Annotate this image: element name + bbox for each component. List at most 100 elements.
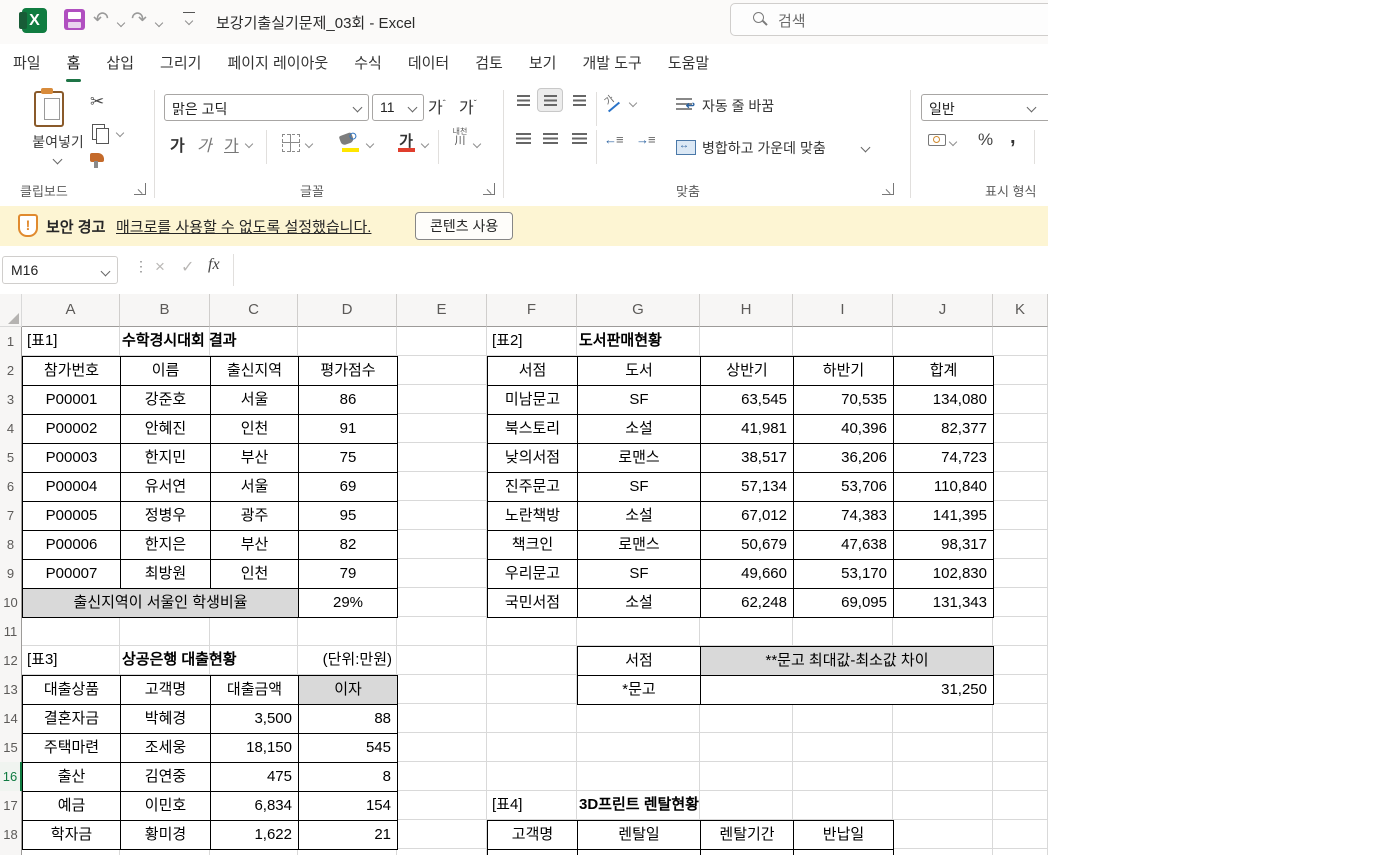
cell-A13[interactable]: 대출상품 — [22, 675, 121, 705]
cell-A8[interactable]: P00006 — [22, 530, 121, 560]
cell-I4[interactable]: 40,396 — [793, 414, 894, 444]
cell-J5[interactable]: 74,723 — [893, 443, 994, 473]
cell-G2[interactable]: 도서 — [577, 356, 701, 386]
cell-D7[interactable]: 95 — [298, 501, 398, 531]
cell-A6[interactable]: P00004 — [22, 472, 121, 502]
row-header-13[interactable]: 13 — [0, 675, 22, 705]
cell-F5[interactable]: 낮의서점 — [487, 443, 578, 473]
customize-toolbar-chevron-icon[interactable] — [185, 17, 193, 25]
cell-B13[interactable]: 고객명 — [120, 675, 211, 705]
column-header-K[interactable]: K — [993, 294, 1048, 327]
cell-D2[interactable]: 평가점수 — [298, 356, 398, 386]
cell-H9[interactable]: 49,660 — [700, 559, 794, 589]
row-header-18[interactable]: 18 — [0, 820, 22, 850]
cell-C5[interactable]: 부산 — [210, 443, 299, 473]
number-format-select[interactable]: 일반 — [921, 94, 1048, 121]
cell-D10[interactable]: 29% — [298, 588, 398, 618]
paste-chevron-icon[interactable] — [53, 155, 63, 165]
row-header-17[interactable]: 17 — [0, 791, 22, 821]
font-size-select[interactable]: 11 — [372, 94, 424, 121]
cell-A10[interactable]: 출신지역이 서울인 학생비율 — [22, 588, 299, 618]
row-header-3[interactable]: 3 — [0, 385, 22, 415]
cell-I7[interactable]: 74,383 — [793, 501, 894, 531]
cell-F7[interactable]: 노란책방 — [487, 501, 578, 531]
tab-1[interactable]: 홈 — [54, 44, 94, 84]
merge-center-icon[interactable] — [676, 140, 696, 158]
cell-B8[interactable]: 한지은 — [120, 530, 211, 560]
row-header-14[interactable]: 14 — [0, 704, 22, 734]
cell-F8[interactable]: 책크인 — [487, 530, 578, 560]
tab-3[interactable]: 그리기 — [147, 44, 214, 84]
cell-J4[interactable]: 82,377 — [893, 414, 994, 444]
copy-chevron-icon[interactable] — [116, 129, 124, 137]
cell-G19[interactable] — [577, 849, 701, 855]
cell-I18[interactable]: 반납일 — [793, 820, 894, 850]
cell-B17[interactable]: 이민호 — [120, 791, 211, 821]
cell-D13[interactable]: 이자 — [298, 675, 398, 705]
cell-G12[interactable]: 서점 — [577, 646, 701, 676]
cell-C3[interactable]: 서울 — [210, 385, 299, 415]
tab-0[interactable]: 파일 — [0, 44, 54, 84]
accounting-chevron-icon[interactable] — [949, 138, 957, 146]
comma-style-icon[interactable]: , — [1010, 126, 1016, 149]
cell-B5[interactable]: 한지민 — [120, 443, 211, 473]
italic-button[interactable]: 가 — [197, 132, 212, 156]
column-header-F[interactable]: F — [487, 294, 577, 327]
cell-H5[interactable]: 38,517 — [700, 443, 794, 473]
column-header-C[interactable]: C — [210, 294, 298, 327]
cell-D14[interactable]: 88 — [298, 704, 398, 734]
cell-G5[interactable]: 로맨스 — [577, 443, 701, 473]
cell-B7[interactable]: 정병우 — [120, 501, 211, 531]
format-painter-icon[interactable] — [90, 150, 104, 165]
cell-C14[interactable]: 3,500 — [210, 704, 299, 734]
row-header-19[interactable]: 19 — [0, 849, 22, 855]
percent-style-icon[interactable]: % — [978, 130, 993, 150]
cell-F3[interactable]: 미남문고 — [487, 385, 578, 415]
cell-F6[interactable]: 진주문고 — [487, 472, 578, 502]
cell-I5[interactable]: 36,206 — [793, 443, 894, 473]
cell-D15[interactable]: 545 — [298, 733, 398, 763]
cell-G17[interactable]: 3D프린트 렌탈현황 — [577, 791, 701, 821]
cell-G6[interactable]: SF — [577, 472, 701, 502]
cell-D5[interactable]: 75 — [298, 443, 398, 473]
cell-G1[interactable]: 도서판매현황 — [577, 327, 701, 357]
cell-D9[interactable]: 79 — [298, 559, 398, 589]
cell-A2[interactable]: 참가번호 — [22, 356, 121, 386]
cell-H2[interactable]: 상반기 — [700, 356, 794, 386]
cell-G7[interactable]: 소설 — [577, 501, 701, 531]
cell-H7[interactable]: 67,012 — [700, 501, 794, 531]
cell-A5[interactable]: P00003 — [22, 443, 121, 473]
increase-font-icon[interactable]: 가ˆ — [428, 94, 446, 118]
cell-A4[interactable]: P00002 — [22, 414, 121, 444]
fill-color-icon[interactable] — [340, 132, 360, 147]
row-header-4[interactable]: 4 — [0, 414, 22, 444]
cell-C18[interactable]: 1,622 — [210, 820, 299, 850]
cell-D17[interactable]: 154 — [298, 791, 398, 821]
cell-J7[interactable]: 141,395 — [893, 501, 994, 531]
formula-bar-dots-icon[interactable]: ⋮ — [134, 258, 148, 275]
tab-10[interactable]: 도움말 — [655, 44, 722, 84]
wrap-text-button[interactable]: 자동 줄 바꿈 — [702, 96, 774, 116]
cell-G9[interactable]: SF — [577, 559, 701, 589]
cell-B16[interactable]: 김연중 — [120, 762, 211, 792]
cell-G8[interactable]: 로맨스 — [577, 530, 701, 560]
tab-6[interactable]: 데이터 — [395, 44, 462, 84]
cell-D6[interactable]: 69 — [298, 472, 398, 502]
cell-C17[interactable]: 6,834 — [210, 791, 299, 821]
merge-center-chevron-icon[interactable] — [861, 143, 871, 153]
cell-C7[interactable]: 광주 — [210, 501, 299, 531]
security-warning-message[interactable]: 매크로를 사용할 수 없도록 설정했습니다. — [116, 216, 371, 237]
cell-J9[interactable]: 102,830 — [893, 559, 994, 589]
cell-G4[interactable]: 소설 — [577, 414, 701, 444]
cell-B4[interactable]: 안혜진 — [120, 414, 211, 444]
wrap-text-icon[interactable] — [676, 98, 692, 114]
cell-A14[interactable]: 결혼자금 — [22, 704, 121, 734]
paste-button[interactable]: 붙여넣기 — [14, 132, 102, 152]
cell-H4[interactable]: 41,981 — [700, 414, 794, 444]
row-header-8[interactable]: 8 — [0, 530, 22, 560]
cell-D16[interactable]: 8 — [298, 762, 398, 792]
cell-F2[interactable]: 서점 — [487, 356, 578, 386]
undo-chevron-icon[interactable] — [117, 19, 125, 27]
row-header-6[interactable]: 6 — [0, 472, 22, 502]
cell-D18[interactable]: 21 — [298, 820, 398, 850]
